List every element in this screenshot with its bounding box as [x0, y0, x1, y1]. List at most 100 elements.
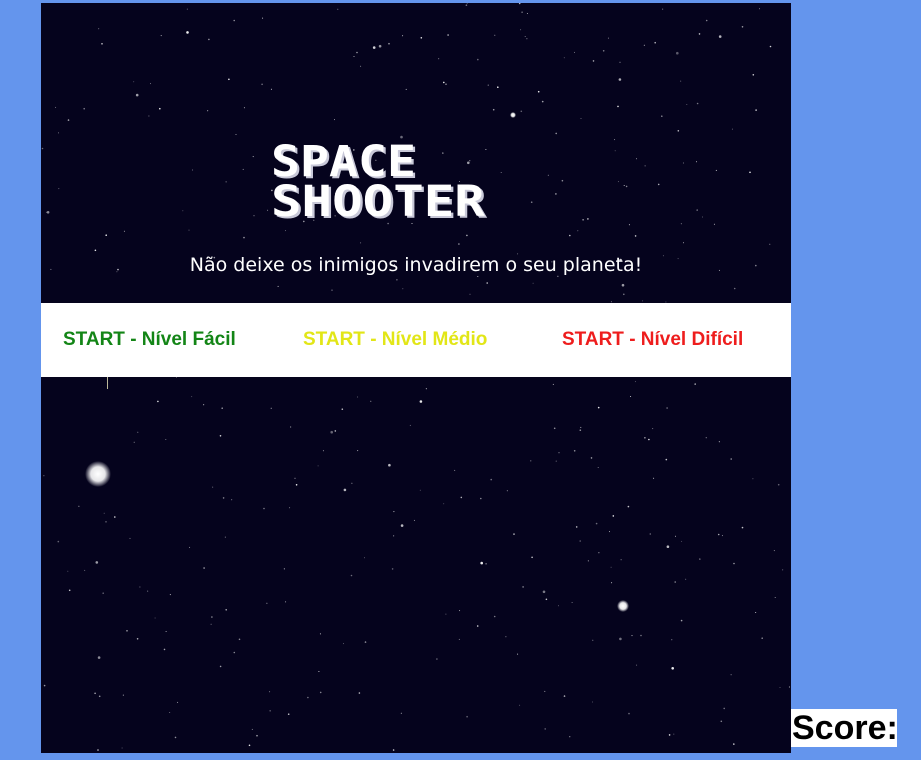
star	[225, 609, 227, 611]
star	[628, 224, 630, 226]
game-canvas[interactable]: SPACE SHOOTER Não deixe os inimigos inva…	[41, 3, 791, 753]
star	[580, 426, 582, 428]
star	[582, 219, 584, 221]
star	[357, 396, 359, 398]
start-medium-button[interactable]: START - Nível Médio	[303, 303, 487, 377]
star	[413, 519, 415, 521]
star	[702, 216, 703, 218]
star	[256, 734, 258, 737]
star	[393, 535, 395, 537]
start-hard-button[interactable]: START - Nível Difícil	[562, 303, 743, 377]
star	[680, 80, 682, 82]
star	[370, 400, 372, 402]
star	[492, 108, 495, 111]
star	[419, 400, 423, 403]
star	[169, 712, 171, 713]
star	[224, 536, 226, 538]
star	[476, 625, 479, 627]
star	[114, 516, 116, 518]
star	[58, 188, 60, 190]
text-cursor	[107, 377, 108, 389]
star	[673, 733, 675, 735]
star	[531, 556, 533, 559]
star	[545, 598, 548, 601]
star	[378, 44, 382, 48]
star	[188, 229, 190, 231]
star	[95, 561, 99, 564]
star	[269, 710, 271, 712]
star	[592, 639, 594, 641]
star	[590, 457, 593, 459]
star	[43, 475, 45, 477]
star	[360, 65, 362, 67]
star	[238, 638, 241, 641]
star	[287, 713, 290, 715]
star	[267, 209, 269, 211]
star	[251, 728, 253, 730]
star	[136, 638, 139, 640]
star	[283, 568, 285, 570]
star	[295, 484, 298, 486]
star	[322, 450, 324, 452]
star	[521, 11, 523, 13]
star	[102, 592, 104, 594]
star	[191, 396, 193, 398]
star	[253, 215, 255, 217]
star	[718, 441, 720, 443]
star	[402, 35, 404, 37]
star	[518, 3, 521, 5]
star	[696, 209, 698, 211]
star	[782, 569, 784, 571]
start-easy-button[interactable]: START - Nível Fácil	[63, 303, 236, 377]
star	[317, 465, 319, 467]
star	[263, 507, 265, 510]
star	[759, 8, 760, 10]
logo-title-line2: SHOOTER	[271, 177, 485, 227]
star	[537, 90, 540, 93]
star	[58, 132, 59, 134]
star	[98, 695, 101, 698]
star	[221, 407, 223, 410]
star	[774, 597, 776, 598]
star	[67, 570, 69, 572]
starfield	[41, 3, 790, 751]
star	[587, 560, 589, 562]
star	[465, 4, 468, 6]
star	[174, 736, 177, 739]
star	[55, 106, 57, 108]
star	[592, 60, 595, 62]
star	[248, 744, 251, 747]
star	[577, 230, 579, 232]
star	[555, 193, 557, 195]
star	[705, 437, 707, 439]
star	[666, 407, 668, 409]
star	[752, 74, 755, 76]
star	[614, 150, 616, 152]
star	[68, 589, 71, 592]
star	[634, 235, 637, 237]
star	[563, 57, 565, 59]
star	[388, 463, 391, 467]
star	[506, 490, 508, 492]
star	[618, 78, 622, 81]
star	[662, 8, 664, 10]
star	[277, 285, 279, 287]
star	[522, 586, 524, 588]
star	[330, 430, 334, 434]
star	[163, 648, 166, 651]
star	[569, 234, 571, 237]
star	[447, 34, 449, 36]
star	[203, 404, 205, 406]
star	[621, 283, 625, 287]
star	[343, 488, 347, 492]
star	[331, 289, 333, 291]
star	[225, 181, 227, 183]
star	[83, 107, 85, 110]
star	[519, 704, 521, 706]
star	[686, 104, 688, 105]
star	[532, 282, 534, 284]
star	[769, 243, 771, 245]
star	[469, 293, 471, 295]
star	[157, 400, 159, 403]
star	[356, 51, 358, 54]
